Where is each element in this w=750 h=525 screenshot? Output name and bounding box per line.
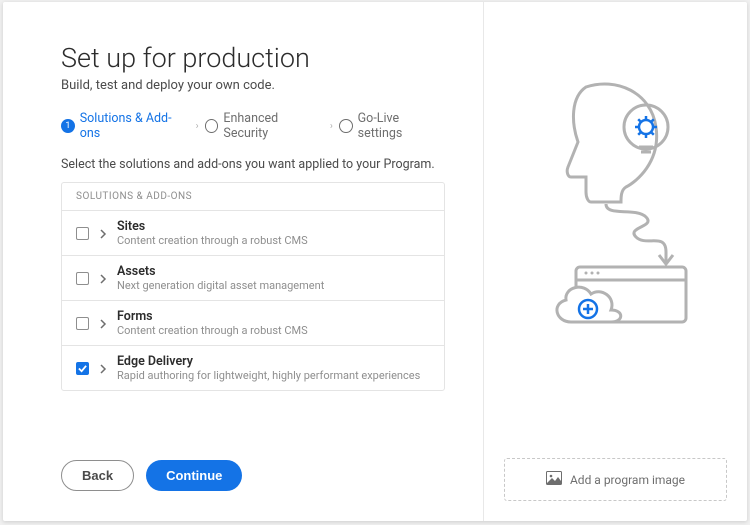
- step-circle-icon: [205, 119, 219, 133]
- left-pane: Set up for production Build, test and de…: [3, 2, 483, 521]
- illustration-icon: [516, 72, 716, 336]
- step-solutions[interactable]: 1 Solutions & Add-ons: [61, 111, 190, 141]
- stepper: 1 Solutions & Add-ons › Enhanced Securit…: [61, 111, 445, 141]
- image-icon: [546, 471, 562, 488]
- item-desc: Content creation through a robust CMS: [117, 324, 430, 337]
- step-circle-icon: [339, 119, 353, 133]
- item-title: Assets: [117, 264, 430, 279]
- item-title: Forms: [117, 309, 430, 324]
- page-subtitle: Build, test and deploy your own code.: [61, 78, 445, 93]
- setup-modal: Set up for production Build, test and de…: [3, 2, 747, 521]
- step-golive-settings[interactable]: Go-Live settings: [339, 111, 445, 141]
- step-number-icon: 1: [61, 119, 75, 133]
- list-item[interactable]: Edge Delivery Rapid authoring for lightw…: [62, 346, 444, 390]
- item-title: Sites: [117, 219, 430, 234]
- checkbox[interactable]: [76, 272, 89, 285]
- list-header: SOLUTIONS & ADD-ONS: [62, 183, 444, 211]
- step-label: Go-Live settings: [358, 111, 445, 141]
- back-button[interactable]: Back: [61, 460, 134, 491]
- step-label: Solutions & Add-ons: [80, 111, 190, 141]
- row-body: Forms Content creation through a robust …: [117, 309, 430, 337]
- instruction-text: Select the solutions and add-ons you wan…: [61, 157, 445, 172]
- solutions-list: SOLUTIONS & ADD-ONS Sites Content creati…: [61, 182, 445, 391]
- upload-label: Add a program image: [570, 473, 685, 487]
- page-title: Set up for production: [61, 42, 445, 74]
- chevron-right-icon[interactable]: [99, 314, 107, 333]
- chevron-right-icon[interactable]: [99, 224, 107, 243]
- item-desc: Content creation through a robust CMS: [117, 234, 430, 247]
- chevron-right-icon[interactable]: [99, 359, 107, 378]
- row-body: Edge Delivery Rapid authoring for lightw…: [117, 354, 430, 382]
- chevron-right-icon: ›: [196, 121, 199, 132]
- checkbox[interactable]: [76, 317, 89, 330]
- item-title: Edge Delivery: [117, 354, 430, 369]
- item-desc: Next generation digital asset management: [117, 279, 430, 292]
- row-body: Assets Next generation digital asset man…: [117, 264, 430, 292]
- checkbox[interactable]: [76, 227, 89, 240]
- checkbox[interactable]: [76, 362, 89, 375]
- right-pane: Add a program image: [483, 2, 747, 521]
- step-label: Enhanced Security: [223, 111, 324, 141]
- list-item[interactable]: Assets Next generation digital asset man…: [62, 256, 444, 301]
- chevron-right-icon[interactable]: [99, 269, 107, 288]
- list-item[interactable]: Sites Content creation through a robust …: [62, 211, 444, 256]
- add-program-image[interactable]: Add a program image: [504, 458, 727, 501]
- step-enhanced-security[interactable]: Enhanced Security: [205, 111, 324, 141]
- continue-button[interactable]: Continue: [146, 460, 242, 491]
- button-row: Back Continue: [61, 436, 445, 491]
- item-desc: Rapid authoring for lightweight, highly …: [117, 369, 430, 382]
- chevron-right-icon: ›: [330, 121, 333, 132]
- row-body: Sites Content creation through a robust …: [117, 219, 430, 247]
- list-item[interactable]: Forms Content creation through a robust …: [62, 301, 444, 346]
